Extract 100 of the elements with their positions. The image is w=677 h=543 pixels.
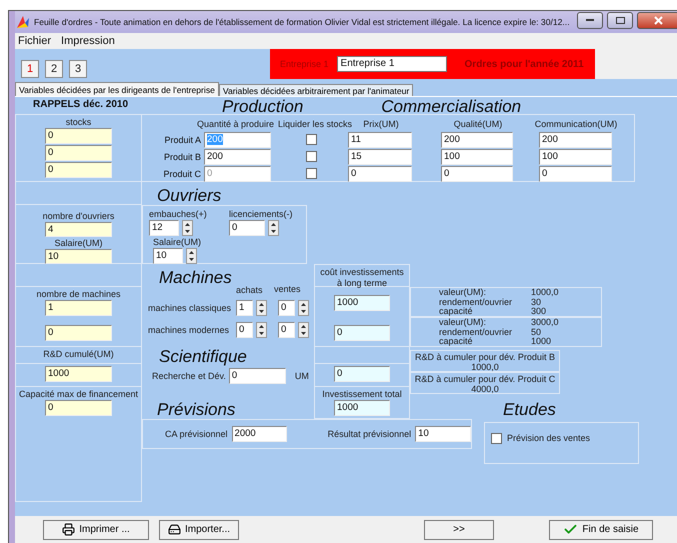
input-field[interactable]: 100 (441, 148, 513, 164)
input-field[interactable]: 10 (415, 426, 471, 442)
tab[interactable]: Variables décidées par les dirigeants de l'entreprise (15, 82, 219, 96)
caret-up-icon (259, 303, 264, 306)
section-title: RAPPELS déc. 2010 (32, 99, 128, 110)
close-button[interactable] (637, 12, 677, 28)
page-button[interactable]: 3 (69, 60, 87, 78)
label: embauches(+) (149, 209, 207, 219)
input-field[interactable]: 1 (236, 300, 253, 316)
caret-down-icon (259, 332, 264, 335)
caret-down-icon (189, 258, 194, 261)
input-field[interactable]: 0 (45, 162, 112, 178)
value: 300 (531, 307, 548, 316)
input-field[interactable]: 12 (149, 220, 179, 236)
label: R&D à cumuler pour dév. Produit B (415, 352, 555, 362)
input-field[interactable]: 0 (45, 325, 112, 341)
value: 4000,0 (471, 384, 499, 394)
label: valeur(UM): (439, 288, 488, 298)
input-field[interactable]: 0 (334, 325, 390, 341)
spin-button[interactable] (298, 300, 309, 316)
section-title: Prévisions (157, 400, 236, 419)
label: R&D cumulé(UM) (43, 349, 114, 359)
checkbox[interactable] (306, 134, 316, 145)
label: Capacité max de financement (18, 389, 138, 399)
row-label: Produit C (162, 168, 202, 178)
input-field[interactable]: 1 (45, 300, 112, 316)
input-field[interactable]: 4 (45, 222, 112, 237)
footer-button[interactable]: >> (424, 520, 494, 540)
spin-button[interactable] (268, 220, 279, 236)
spin-button[interactable] (182, 220, 193, 236)
input-field[interactable]: 100 (539, 148, 612, 164)
page-button[interactable]: 1 (21, 60, 39, 78)
spin-button[interactable] (298, 322, 309, 338)
checkbox[interactable] (491, 433, 502, 444)
input-field[interactable]: 10 (153, 248, 183, 264)
company-field[interactable]: Entreprise 1 (336, 56, 447, 72)
input-field[interactable]: 11 (348, 132, 412, 148)
label: stocks (66, 117, 92, 127)
section-title: Scientifique (159, 347, 247, 366)
window-title: Feuille d'ordres - Toute animation en dehors de l'établissement de formation Olivier Vidal est strictement illégale. La licence expire le: 30/12... (34, 18, 571, 26)
footer-button[interactable]: Fin de saisie (549, 520, 653, 540)
label: Salaire(UM) (153, 237, 202, 247)
label: nombre d'ouvriers (42, 211, 114, 221)
maximize-icon (616, 16, 624, 24)
tab[interactable]: Variables décidées arbitrairement par l'animateur (218, 84, 414, 96)
menu-item[interactable]: Fichier (18, 35, 52, 47)
input-field[interactable]: 0 (278, 322, 295, 338)
column-header: Communication(UM) (534, 119, 618, 129)
input-field[interactable]: 0 (45, 145, 112, 161)
input-field[interactable]: 200 (204, 148, 271, 164)
input-field[interactable]: 2000 (232, 426, 288, 442)
footer-button[interactable]: Imprimer ... (43, 520, 149, 540)
label: R&D à cumuler pour dév. Produit C (414, 374, 556, 384)
spin-button[interactable] (256, 300, 267, 316)
page-button[interactable]: 2 (45, 60, 63, 78)
caret-up-icon (259, 325, 264, 328)
input-field[interactable]: 10 (45, 249, 112, 264)
column-header: Prix(UM) (363, 119, 399, 129)
input-field[interactable]: 0 (228, 368, 286, 384)
column-header: achats (236, 285, 263, 295)
input-field[interactable]: 1000 (334, 295, 390, 311)
input-field[interactable]: 0 (278, 300, 295, 316)
label: machines classiques (148, 303, 232, 313)
caret-up-icon (301, 303, 306, 306)
column-header: Quantité à produire (196, 119, 274, 129)
footer-button[interactable]: Importer... (159, 520, 239, 540)
label: licenciements(-) (229, 209, 293, 219)
input-field[interactable]: 0 (229, 220, 265, 236)
spin-button[interactable] (186, 248, 197, 264)
label: Résultat prévisionnel (328, 429, 412, 439)
input-field[interactable]: 0 (45, 400, 112, 416)
menu-item[interactable]: Impression (61, 35, 115, 47)
checkbox[interactable] (306, 151, 316, 162)
value: 3000,0 (531, 318, 560, 328)
maximize-button[interactable] (607, 12, 633, 28)
input-field[interactable]: 0 (236, 322, 253, 338)
input-field[interactable]: 15 (348, 148, 412, 164)
spin-button[interactable] (256, 322, 267, 338)
label: capacité (439, 337, 474, 346)
value: 30 (531, 298, 542, 307)
section-title: Etudes (503, 400, 556, 419)
close-icon (654, 16, 662, 24)
input-field[interactable]: 200 (539, 132, 612, 148)
label: CA prévisionnel (165, 429, 228, 439)
minimize-button[interactable] (577, 12, 603, 28)
input-field[interactable]: 200 (441, 132, 513, 148)
company-label: Entreprise 1 (280, 59, 329, 69)
input-field[interactable]: 0 (45, 128, 112, 144)
caret-up-icon (189, 251, 194, 254)
input-field[interactable]: 0 (334, 366, 390, 382)
label: Investissement total (322, 389, 402, 399)
app-icon (16, 15, 30, 29)
caret-down-icon (259, 310, 264, 313)
input-field[interactable]: 1000 (334, 400, 390, 416)
section-title: Commercialisation (381, 97, 522, 116)
minimize-icon (586, 18, 594, 22)
input-field[interactable]: 1000 (45, 366, 112, 382)
column-header: ventes (274, 284, 301, 294)
caret-up-icon (271, 223, 276, 226)
label: rendement/ouvrier (439, 298, 514, 307)
